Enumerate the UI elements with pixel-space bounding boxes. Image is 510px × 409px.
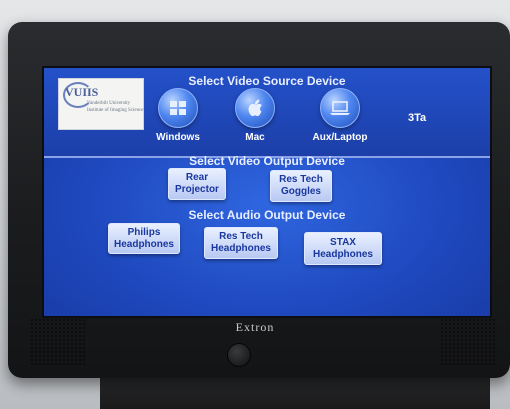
audio-output-title: Select Audio Output Device — [188, 208, 346, 222]
touch-screen: VUIIS Vanderbilt University Institute of… — [42, 66, 492, 318]
video-output-label-line1: Res Tech — [279, 174, 323, 185]
audio-output-stax-headphones-button[interactable]: STAX Headphones — [304, 232, 382, 265]
audio-output-label-line2: Headphones — [210, 243, 271, 254]
video-output-res-tech-goggles-button[interactable]: Res Tech Goggles — [270, 170, 332, 202]
source-label-windows: Windows — [156, 132, 200, 143]
video-output-rear-projector-button[interactable]: Rear Projector — [168, 168, 226, 200]
source-label-aux-laptop: Aux/Laptop — [312, 132, 368, 143]
audio-output-label-line1: STAX — [330, 236, 356, 248]
audio-output-label-line1: Res Tech — [219, 231, 263, 242]
laptop-icon — [320, 88, 360, 128]
source-selection-panel: VUIIS Vanderbilt University Institute of… — [44, 68, 490, 158]
video-output-label-line2: Goggles — [280, 186, 321, 197]
video-output-label-line2: Projector — [175, 184, 219, 195]
windows-icon — [158, 88, 198, 128]
audio-output-label-line2: Headphones — [113, 238, 174, 250]
video-output-title: Select Video Output Device — [189, 154, 345, 168]
source-button-aux-laptop[interactable]: Aux/Laptop — [298, 80, 382, 158]
room-label: 3Ta — [408, 112, 427, 124]
source-label-mac: Mac — [245, 132, 265, 143]
mac-icon — [235, 88, 275, 128]
source-button-windows[interactable]: Windows — [136, 80, 220, 158]
power-button[interactable] — [227, 343, 251, 367]
audio-output-res-tech-headphones-button[interactable]: Res Tech Headphones — [204, 227, 278, 259]
audio-output-philips-headphones-button[interactable]: Philips Headphones — [108, 223, 180, 254]
source-button-mac[interactable]: Mac — [213, 80, 297, 158]
device-brand-label: Extron — [235, 320, 275, 334]
audio-output-label-line2: Headphones — [312, 248, 373, 260]
video-output-label-line1: Rear — [185, 172, 209, 183]
logo-line-1: Vanderbilt University — [87, 101, 131, 106]
audio-output-label-line1: Philips — [127, 226, 161, 238]
